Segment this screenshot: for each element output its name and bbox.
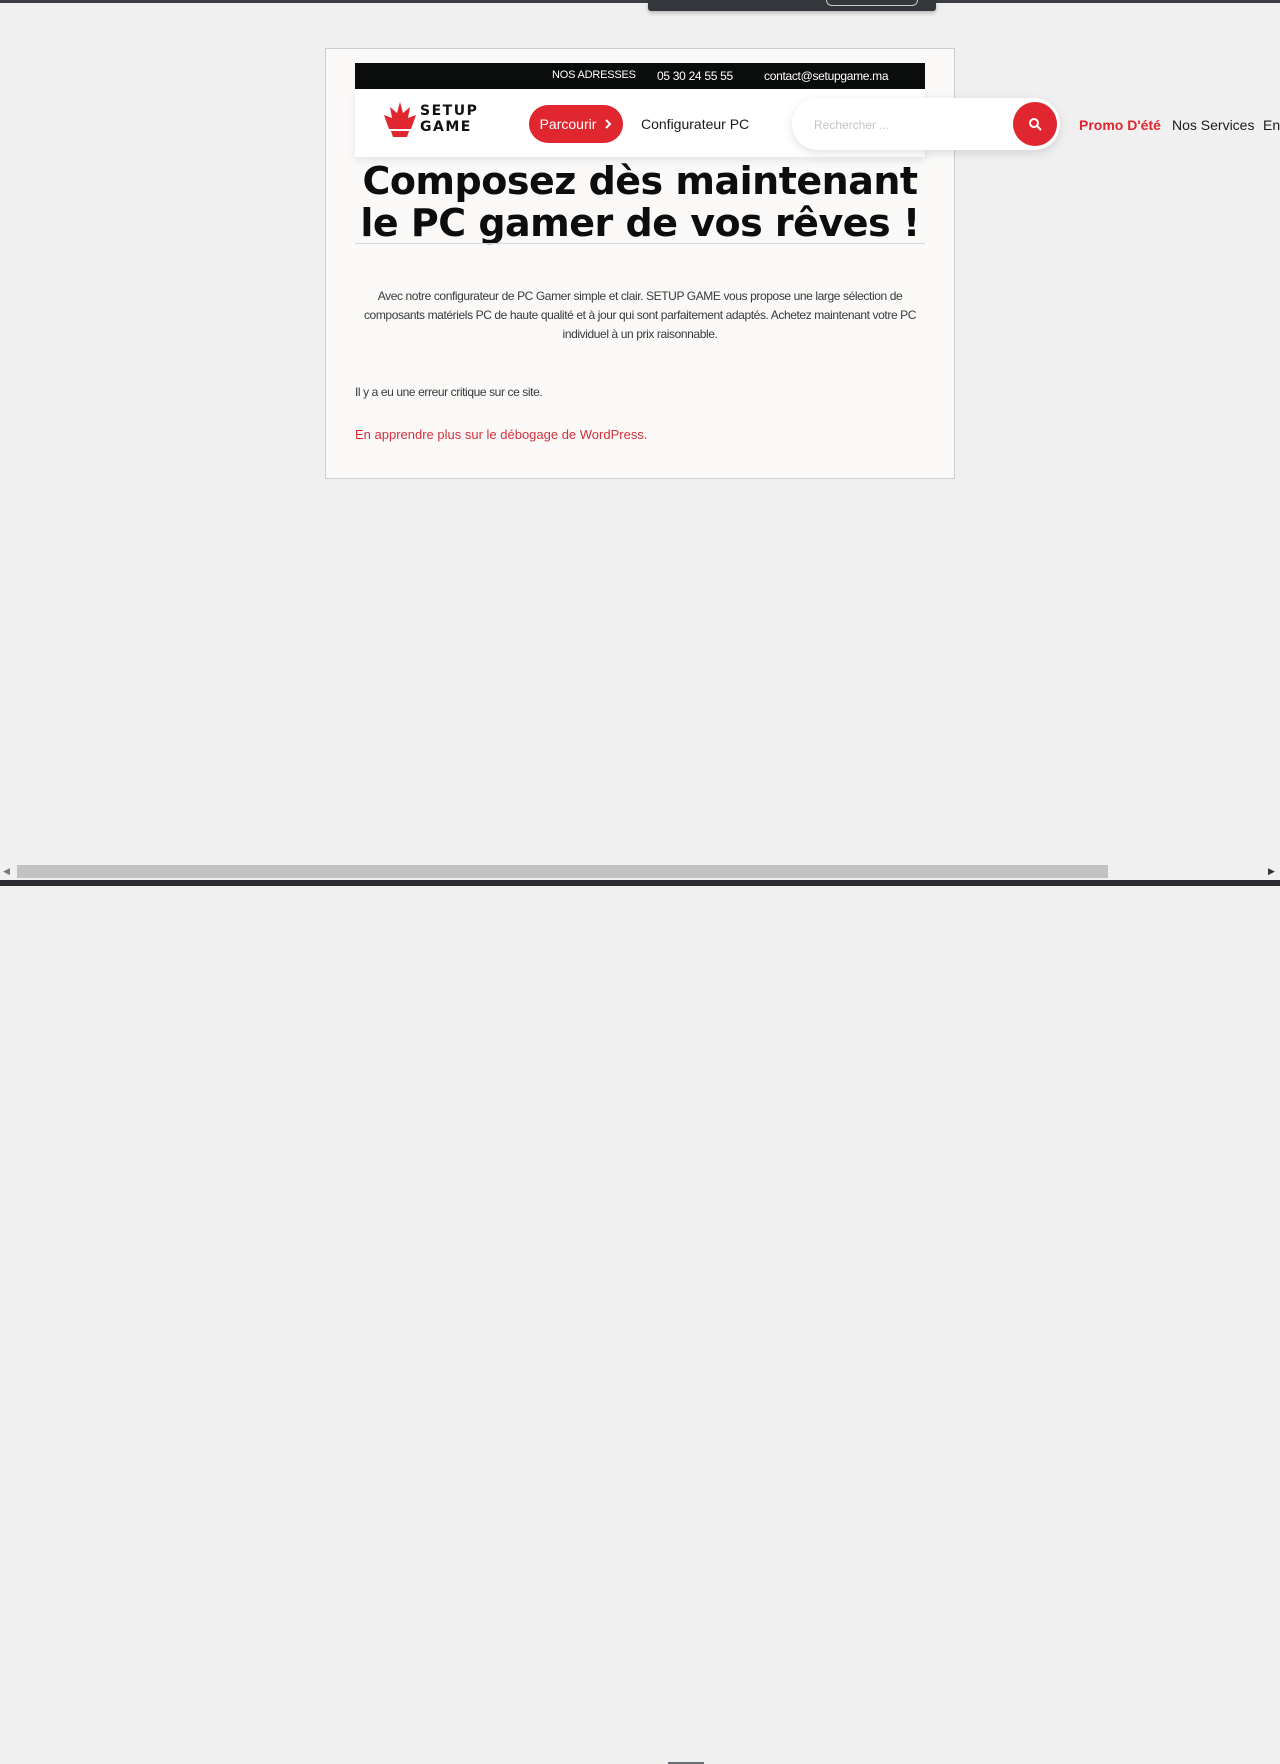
logo-line-2: GAME <box>420 119 472 135</box>
scroll-right-arrow-icon[interactable]: ▶ <box>1268 866 1275 877</box>
wp-debugging-link[interactable]: En apprendre plus sur le débogage de Wor… <box>355 427 647 442</box>
search-bar <box>792 98 1060 150</box>
popup-button[interactable] <box>826 0 918 6</box>
scrollbar-thumb[interactable] <box>17 865 1108 878</box>
logo-wordmark: SETUP GAME <box>420 103 478 135</box>
chevron-right-icon <box>605 119 612 129</box>
search-icon <box>1029 118 1042 131</box>
site-logo[interactable]: SETUP GAME <box>383 101 493 139</box>
browse-button[interactable]: Parcourir <box>529 105 623 143</box>
crown-logo-icon <box>384 102 416 137</box>
nav-promo-link[interactable]: Promo D'été <box>1079 117 1161 133</box>
intro-paragraph: Avec notre configurateur de PC Gamer sim… <box>363 289 917 341</box>
addresses-link[interactable]: NOS ADRESSES <box>552 69 636 81</box>
scroll-left-arrow-icon[interactable]: ◀ <box>3 866 10 877</box>
nav-services-link[interactable]: Nos Services <box>1172 117 1254 133</box>
nav-configurator-link[interactable]: Configurateur PC <box>641 116 749 132</box>
email-link[interactable]: contact@setupgame.ma <box>764 69 889 83</box>
page-headline: Composez dès maintenant le PC gamer de v… <box>360 159 920 245</box>
window-bottom-edge <box>0 880 1280 1764</box>
logo-line-1: SETUP <box>420 103 479 119</box>
headline-divider <box>355 243 925 244</box>
nav-item-partial[interactable]: Ent <box>1263 117 1280 133</box>
critical-error-message: Il y a eu une erreur critique sur ce sit… <box>355 385 543 399</box>
phone-link[interactable]: 05 30 24 55 55 <box>657 69 733 83</box>
contact-topbar: NOS ADRESSES 05 30 24 55 55 contact@setu… <box>355 63 925 89</box>
search-input[interactable] <box>812 114 996 136</box>
window-top-edge <box>0 0 1280 3</box>
horizontal-scrollbar[interactable]: ◀ ▶ <box>0 862 1280 880</box>
browse-button-label: Parcourir <box>539 116 597 132</box>
search-button[interactable] <box>1013 102 1057 146</box>
top-toolbar-popup <box>648 0 936 11</box>
